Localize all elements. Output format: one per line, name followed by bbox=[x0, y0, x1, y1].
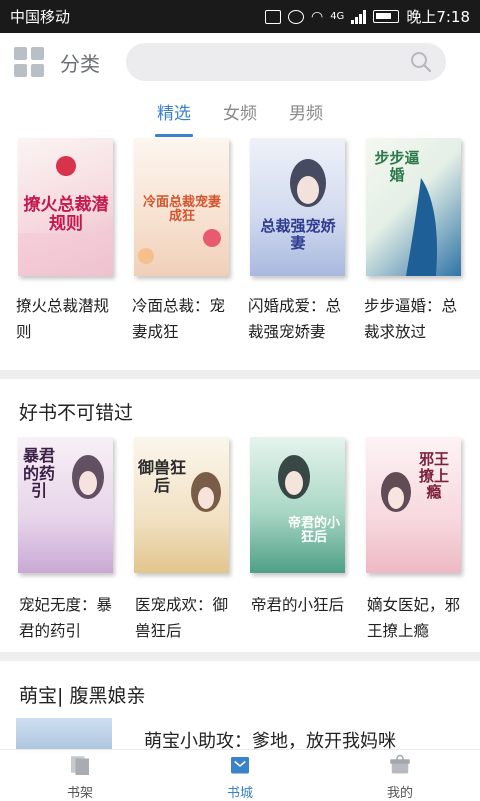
book-card[interactable]: 御兽狂后 医宠成欢：御兽狂后 bbox=[128, 437, 244, 644]
book-cover[interactable]: 撩火总裁潜规则 bbox=[18, 138, 113, 276]
section-title: 萌宝| 腹黑娘亲 bbox=[19, 685, 146, 707]
tab-female[interactable]: 女频 bbox=[219, 93, 261, 135]
signal-type: 4G bbox=[330, 11, 345, 22]
alarm-icon bbox=[287, 9, 304, 24]
cover-title: 撩火总裁潜规则 bbox=[23, 195, 109, 234]
nav-label: 书架 bbox=[66, 786, 93, 801]
category-grid-icon[interactable] bbox=[14, 47, 44, 77]
book-cover[interactable]: 步步逼婚 bbox=[366, 138, 461, 276]
search-icon[interactable] bbox=[410, 51, 432, 73]
signal-icon bbox=[351, 9, 367, 24]
book-title: 帝君的小狂后 bbox=[251, 596, 345, 614]
channel-tabs: 精选 女频 男频 bbox=[0, 93, 480, 137]
book-cover[interactable]: 御兽狂后 bbox=[134, 437, 229, 573]
bookshelf-icon bbox=[71, 756, 89, 775]
tab-featured[interactable]: 精选 bbox=[153, 93, 195, 137]
book-card[interactable]: 暴君的药引 宠妃无度：暴君的药引 bbox=[12, 437, 128, 644]
tab-male[interactable]: 男频 bbox=[285, 93, 327, 135]
book-card[interactable]: 总裁强宠娇妻 闪婚成爱：总裁强宠娇妻 bbox=[244, 138, 360, 345]
nav-bookstore[interactable]: 书城 bbox=[160, 750, 320, 801]
status-bar: 中国移动 ◠ 4G 晚上7:18 bbox=[0, 0, 480, 33]
search-box[interactable] bbox=[126, 43, 446, 81]
nav-label: 书城 bbox=[226, 786, 253, 801]
book-title: 宠妃无度：暴君的药引 bbox=[19, 596, 113, 640]
wifi-icon: ◠ bbox=[310, 8, 324, 25]
book-title: 嫡女医妃，邪王撩上瘾 bbox=[367, 596, 461, 640]
battery-icon bbox=[373, 10, 400, 23]
cover-title: 步步逼婚 bbox=[374, 149, 420, 184]
bottom-nav: 书架 书城 我的 bbox=[0, 749, 480, 801]
clock: 晚上7:18 bbox=[406, 8, 470, 26]
category-label[interactable]: 分类 bbox=[60, 48, 100, 77]
nav-label: 我的 bbox=[386, 786, 413, 801]
book-card[interactable]: 冷面总裁宠妻成狂 冷面总裁：宠妻成狂 bbox=[128, 138, 244, 345]
book-cover[interactable]: 邪王撩上瘾 bbox=[366, 437, 461, 573]
section-divider bbox=[0, 652, 480, 661]
book-card[interactable]: 步步逼婚 步步逼婚：总裁求放过 bbox=[360, 138, 476, 345]
book-cover[interactable]: 帝君的小狂后 bbox=[250, 437, 345, 573]
status-icons: ◠ 4G 晚上7:18 bbox=[264, 6, 470, 27]
vibrate-icon bbox=[264, 9, 281, 24]
book-title: 医宠成欢：御兽狂后 bbox=[135, 596, 229, 640]
book-title: 闪婚成爱：总裁强宠娇妻 bbox=[248, 297, 342, 341]
nav-profile[interactable]: 我的 bbox=[320, 750, 480, 801]
cover-title: 帝君的小狂后 bbox=[287, 516, 340, 546]
cover-art bbox=[278, 455, 310, 499]
section-title: 好书不可错过 bbox=[19, 402, 134, 424]
book-card[interactable]: 帝君的小狂后 帝君的小狂后 bbox=[244, 437, 360, 644]
good-books-section: 暴君的药引 宠妃无度：暴君的药引 御兽狂后 医宠成欢：御兽狂后 帝君的小狂后 帝… bbox=[0, 437, 480, 644]
book-cover[interactable]: 冷面总裁宠妻成狂 bbox=[134, 138, 229, 276]
cover-title: 总裁强宠娇妻 bbox=[260, 217, 336, 252]
top-bar: 分类 bbox=[0, 33, 480, 91]
cover-title: 冷面总裁宠妻成狂 bbox=[142, 195, 221, 225]
featured-section: 撩火总裁潜规则 撩火总裁潜规则 冷面总裁宠妻成狂 冷面总裁：宠妻成狂 总裁强宠娇… bbox=[0, 138, 480, 345]
bookstore-icon bbox=[231, 757, 249, 774]
book-title: 撩火总裁潜规则 bbox=[16, 297, 110, 341]
book-title: 冷面总裁：宠妻成狂 bbox=[132, 297, 226, 341]
carrier-name: 中国移动 bbox=[10, 8, 71, 26]
book-card[interactable]: 邪王撩上瘾 嫡女医妃，邪王撩上瘾 bbox=[360, 437, 476, 644]
nav-bookshelf[interactable]: 书架 bbox=[0, 750, 160, 801]
search-input[interactable] bbox=[126, 43, 446, 81]
book-title: 步步逼婚：总裁求放过 bbox=[364, 297, 458, 341]
cover-art bbox=[290, 159, 326, 207]
book-card[interactable]: 撩火总裁潜规则 撩火总裁潜规则 bbox=[12, 138, 128, 345]
cover-title: 邪王撩上瘾 bbox=[418, 450, 449, 501]
cover-title: 御兽狂后 bbox=[138, 458, 187, 495]
cover-title: 暴君的药引 bbox=[22, 446, 55, 501]
section-divider bbox=[0, 370, 480, 379]
book-cover[interactable]: 总裁强宠娇妻 bbox=[250, 138, 345, 276]
profile-gift-icon bbox=[390, 754, 410, 774]
book-cover[interactable]: 暴君的药引 bbox=[18, 437, 113, 573]
